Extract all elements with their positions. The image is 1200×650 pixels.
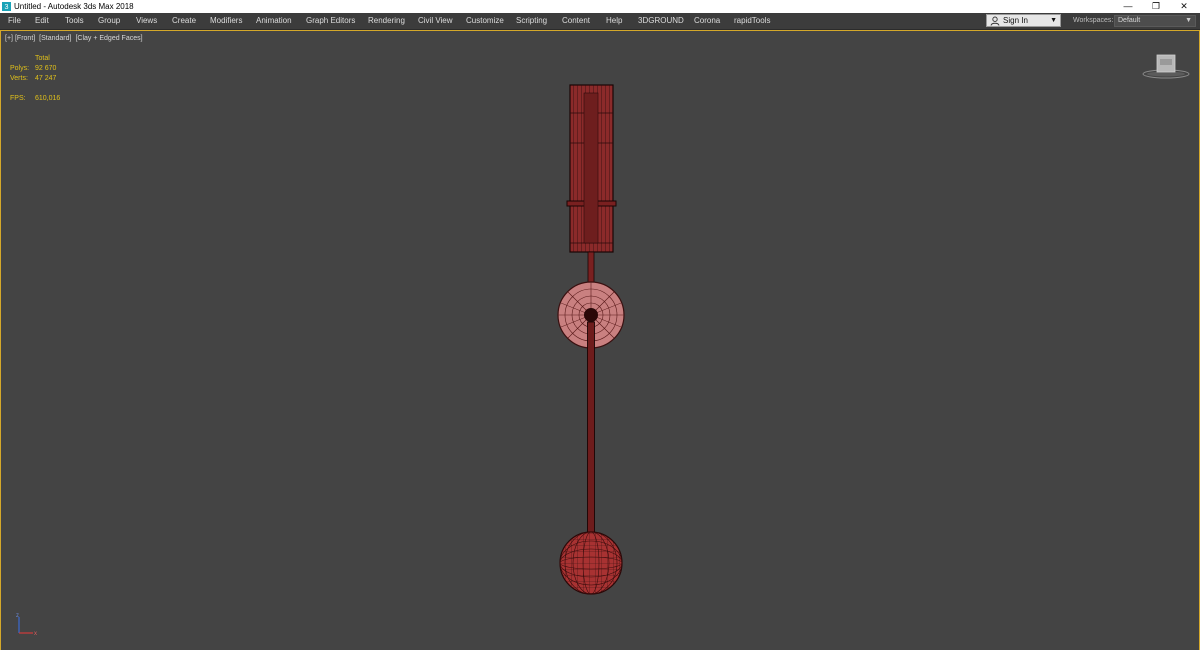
menu-corona[interactable]: Corona: [694, 13, 720, 29]
bulb-sphere: [559, 531, 623, 595]
viewport-label: [+] [Front] [Standard] [Clay + Edged Face…: [5, 35, 145, 42]
viewcube-icon[interactable]: [1141, 51, 1191, 81]
stats-verts-label: Verts:: [10, 75, 28, 82]
stats-fps-label: FPS:: [10, 95, 26, 102]
menu-file[interactable]: File: [8, 13, 21, 29]
menu-graph-editors[interactable]: Graph Editors: [306, 13, 355, 29]
menu-group[interactable]: Group: [98, 13, 120, 29]
stats-polys-value: 92 670: [35, 65, 57, 72]
stats-polys-label: Polys:: [10, 65, 30, 72]
stats-verts-value: 47 247: [35, 75, 57, 82]
scene-statistics: Total Polys: 92 670 Verts: 47 247 FPS: 6…: [10, 54, 90, 104]
workspaces-select[interactable]: Default ▼: [1114, 15, 1196, 27]
sign-in-label: Sign In: [1003, 16, 1028, 25]
window-title: Untitled - Autodesk 3ds Max 2018: [14, 2, 134, 11]
canopy-cylinder: [566, 84, 617, 253]
menu-customize[interactable]: Customize: [466, 13, 504, 29]
viewport-front[interactable]: [+] [Front] [Standard] [Clay + Edged Face…: [0, 30, 1200, 650]
pendant-lamp-model[interactable]: [541, 83, 641, 598]
menu-animation[interactable]: Animation: [256, 13, 292, 29]
menu-content[interactable]: Content: [562, 13, 590, 29]
rod: [587, 321, 595, 553]
svg-text:3: 3: [5, 2, 9, 11]
user-icon: [990, 16, 1000, 26]
3ds-max-icon: 3: [2, 2, 11, 11]
menu-create[interactable]: Create: [172, 13, 196, 29]
viewport-shading-standard[interactable]: [Standard]: [39, 35, 71, 42]
menu-bar: File Edit Tools Group Views Create Modif…: [0, 13, 1200, 30]
viewport-point-of-view[interactable]: [Front]: [15, 35, 35, 42]
stats-total-header: Total: [35, 55, 50, 62]
menu-edit[interactable]: Edit: [35, 13, 49, 29]
menu-help[interactable]: Help: [606, 13, 622, 29]
stats-fps-value: 610,016: [35, 95, 61, 102]
menu-views[interactable]: Views: [136, 13, 157, 29]
menu-rendering[interactable]: Rendering: [368, 13, 405, 29]
svg-text:x: x: [34, 631, 37, 637]
viewport-menu-plus[interactable]: [+]: [5, 35, 13, 42]
menu-modifiers[interactable]: Modifiers: [210, 13, 242, 29]
menu-scripting[interactable]: Scripting: [516, 13, 547, 29]
svg-text:z: z: [16, 613, 19, 619]
app-window: 3 Untitled - Autodesk 3ds Max 2018 — ❐ ✕…: [0, 0, 1200, 650]
menu-rapidtools[interactable]: rapidTools: [734, 13, 770, 29]
menu-civil-view[interactable]: Civil View: [418, 13, 453, 29]
maximize-button[interactable]: ❐: [1142, 0, 1170, 13]
minimize-button[interactable]: —: [1114, 0, 1142, 13]
workspaces-value: Default: [1118, 17, 1141, 24]
menu-tools[interactable]: Tools: [65, 13, 84, 29]
axis-tripod-icon: z x: [16, 613, 37, 637]
chevron-down-icon: ▼: [1185, 17, 1192, 24]
sign-in-dropdown[interactable]: Sign In ▼: [986, 14, 1061, 27]
chevron-down-icon: ▼: [1050, 17, 1057, 24]
menu-3dground[interactable]: 3DGROUND: [638, 13, 684, 29]
workspaces-label: Workspaces:: [1073, 17, 1114, 24]
title-bar: 3 Untitled - Autodesk 3ds Max 2018 — ❐ ✕: [0, 0, 1200, 13]
close-button[interactable]: ✕: [1170, 0, 1198, 13]
viewport-visual-style[interactable]: [Clay + Edged Faces]: [75, 35, 142, 42]
